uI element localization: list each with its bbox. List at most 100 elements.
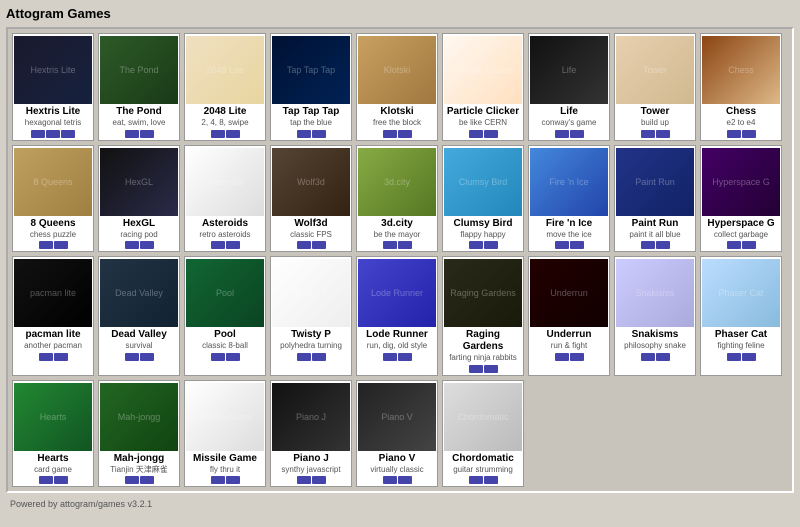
platform-icon-pool-1	[226, 353, 240, 361]
platform-icon-hextris-lite-2	[61, 130, 75, 138]
game-subtitle-underrun: run & fight	[551, 341, 587, 351]
platform-icon-tap-tap-tap-0	[297, 130, 311, 138]
game-card-klotski[interactable]: KlotskiKlotskifree the block	[356, 33, 438, 141]
platform-icons-mah-jongg	[125, 476, 154, 484]
game-card-dead-valley[interactable]: Dead ValleyDead Valleysurvival	[98, 256, 180, 376]
game-card-raging-gardens[interactable]: Raging GardensRaging Gardensfarting ninj…	[442, 256, 524, 376]
game-subtitle-phaser-cat: fighting feline	[717, 341, 764, 351]
platform-icons-tap-tap-tap	[297, 130, 326, 138]
app-title: Attogram Games	[6, 6, 794, 21]
game-title-lode-runner: Lode Runner	[366, 329, 428, 341]
game-card-paint-run[interactable]: Paint RunPaint Runpaint it all blue	[614, 145, 696, 253]
platform-icon-hextris-lite-1	[46, 130, 60, 138]
game-card-piano-j[interactable]: Piano JPiano Jsynthy javascript	[270, 380, 352, 488]
platform-icons-phaser-cat	[727, 353, 756, 361]
platform-icon-asteroids-1	[226, 241, 240, 249]
game-card-twisty-p[interactable]: Twisty PTwisty Ppolyhedra turning	[270, 256, 352, 376]
game-card-piano-v[interactable]: Piano VPiano Vvirtually classic	[356, 380, 438, 488]
platform-icon-hexgl-0	[125, 241, 139, 249]
platform-icons-hearts	[39, 476, 68, 484]
footer: Powered by attogram/games v3.2.1	[6, 497, 794, 511]
game-card-pool[interactable]: PoolPoolclassic 8-ball	[184, 256, 266, 376]
platform-icon-piano-j-0	[297, 476, 311, 484]
game-title-life: Life	[560, 106, 578, 118]
game-card-tap-tap-tap[interactable]: Tap Tap TapTap Tap Taptap the blue	[270, 33, 352, 141]
game-subtitle-pacman-lite: another pacman	[24, 341, 82, 351]
game-card-snakisms[interactable]: SnakismsSnakismsphilosophy snake	[614, 256, 696, 376]
platform-icon-chordomatic-0	[469, 476, 483, 484]
game-subtitle-the-pond: eat, swim, love	[113, 118, 166, 128]
game-card-mah-jongg[interactable]: Mah-jonggMah-jonggTianjin 天津麻雀	[98, 380, 180, 488]
platform-icon-snakisms-0	[641, 353, 655, 361]
game-card-fire-n-ice[interactable]: Fire 'n IceFire 'n Icemove the ice	[528, 145, 610, 253]
platform-icon-raging-gardens-0	[469, 365, 483, 373]
platform-icon-hearts-0	[39, 476, 53, 484]
game-subtitle-piano-v: virtually classic	[370, 465, 423, 475]
game-thumb-missile-game: Missile Game	[186, 383, 264, 451]
platform-icon-klotski-1	[398, 130, 412, 138]
game-card-missile-game[interactable]: Missile GameMissile Gamefly thru it	[184, 380, 266, 488]
game-card-3dcity[interactable]: 3d.city3d.citybe the mayor	[356, 145, 438, 253]
game-card-tower[interactable]: TowerTowerbuild up	[614, 33, 696, 141]
platform-icons-dead-valley	[125, 353, 154, 361]
game-subtitle-chordomatic: guitar strumming	[453, 465, 513, 475]
game-subtitle-missile-game: fly thru it	[210, 465, 240, 475]
platform-icon-pacman-lite-1	[54, 353, 68, 361]
game-card-2048-lite[interactable]: 2048 Lite2048 Lite2, 4, 8, swipe	[184, 33, 266, 141]
game-title-tower: Tower	[641, 106, 670, 118]
game-thumb-tap-tap-tap: Tap Tap Tap	[272, 36, 350, 104]
game-thumb-life: Life	[530, 36, 608, 104]
game-subtitle-paint-run: paint it all blue	[629, 230, 680, 240]
platform-icon-fire-n-ice-1	[570, 241, 584, 249]
platform-icon-2048-lite-0	[211, 130, 225, 138]
platform-icon-tap-tap-tap-1	[312, 130, 326, 138]
platform-icons-klotski	[383, 130, 412, 138]
game-subtitle-wolf3d: classic FPS	[290, 230, 332, 240]
game-subtitle-piano-j: synthy javascript	[281, 465, 340, 475]
game-card-chordomatic[interactable]: ChordomaticChordomaticguitar strumming	[442, 380, 524, 488]
game-card-hexgl[interactable]: HexGLHexGLracing pod	[98, 145, 180, 253]
game-card-the-pond[interactable]: The PondThe Pondeat, swim, love	[98, 33, 180, 141]
game-thumb-tower: Tower	[616, 36, 694, 104]
platform-icon-phaser-cat-1	[742, 353, 756, 361]
game-thumb-pacman-lite: pacman lite	[14, 259, 92, 327]
game-card-particle-clicker[interactable]: Particle ClickerParticle Clickerbe like …	[442, 33, 524, 141]
platform-icon-underrun-0	[555, 353, 569, 361]
game-subtitle-hyperspace-g: collect garbage	[714, 230, 768, 240]
game-card-pacman-lite[interactable]: pacman litepacman liteanother pacman	[12, 256, 94, 376]
game-title-dead-valley: Dead Valley	[111, 329, 167, 341]
game-card-chess[interactable]: ChessChesse2 to e4	[700, 33, 782, 141]
game-thumb-hexgl: HexGL	[100, 148, 178, 216]
games-grid: Hextris LiteHextris Litehexagonal tetris…	[6, 27, 794, 493]
platform-icon-piano-v-0	[383, 476, 397, 484]
game-card-hextris-lite[interactable]: Hextris LiteHextris Litehexagonal tetris	[12, 33, 94, 141]
game-thumb-underrun: Underrun	[530, 259, 608, 327]
platform-icons-life	[555, 130, 584, 138]
game-card-hyperspace-g[interactable]: Hyperspace GHyperspace Gcollect garbage	[700, 145, 782, 253]
game-card-8queens[interactable]: 8 Queens8 Queenschess puzzle	[12, 145, 94, 253]
game-card-asteroids[interactable]: AsteroidsAsteroidsretro asteroids	[184, 145, 266, 253]
game-title-chess: Chess	[726, 106, 756, 118]
game-subtitle-3dcity: be the mayor	[374, 230, 421, 240]
game-card-hearts[interactable]: HeartsHeartscard game	[12, 380, 94, 488]
platform-icon-pool-0	[211, 353, 225, 361]
game-card-underrun[interactable]: UnderrunUnderrunrun & fight	[528, 256, 610, 376]
platform-icon-chess-0	[727, 130, 741, 138]
platform-icons-hextris-lite	[31, 130, 75, 138]
game-card-clumsy-bird[interactable]: Clumsy BirdClumsy Birdflappy happy	[442, 145, 524, 253]
platform-icon-hyperspace-g-0	[727, 241, 741, 249]
game-subtitle-hearts: card game	[34, 465, 72, 475]
platform-icon-8queens-0	[39, 241, 53, 249]
platform-icons-raging-gardens	[469, 365, 498, 373]
game-card-life[interactable]: LifeLifeconway's game	[528, 33, 610, 141]
game-title-snakisms: Snakisms	[632, 329, 679, 341]
platform-icon-missile-game-1	[226, 476, 240, 484]
game-thumb-the-pond: The Pond	[100, 36, 178, 104]
game-subtitle-tap-tap-tap: tap the blue	[290, 118, 332, 128]
platform-icon-3dcity-0	[383, 241, 397, 249]
game-card-lode-runner[interactable]: Lode RunnerLode Runnerrun, dig, old styl…	[356, 256, 438, 376]
game-subtitle-tower: build up	[641, 118, 669, 128]
game-card-wolf3d[interactable]: Wolf3dWolf3dclassic FPS	[270, 145, 352, 253]
game-card-phaser-cat[interactable]: Phaser CatPhaser Catfighting feline	[700, 256, 782, 376]
platform-icon-lode-runner-0	[383, 353, 397, 361]
